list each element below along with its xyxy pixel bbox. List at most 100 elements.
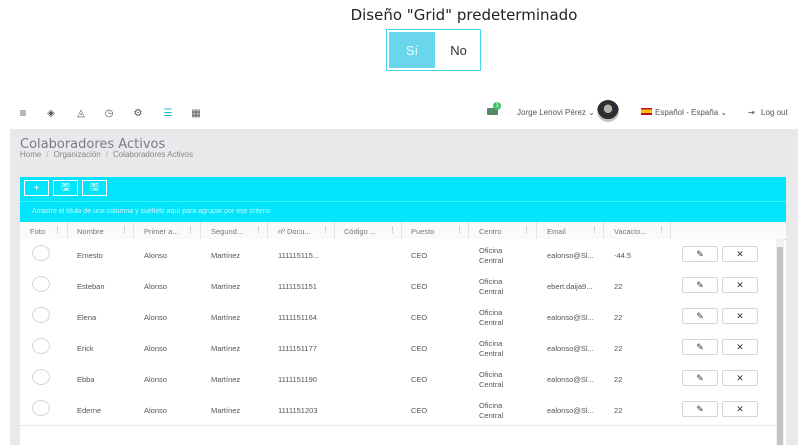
employee-photo	[32, 307, 50, 323]
grid-header: Foto ⋮ Nombre ⋮ Primer a... ⋮ Segund... ⋮ nº…	[20, 222, 786, 240]
table-row[interactable]: Esteban Alonso Martínez 1111151151 CEO O…	[20, 270, 776, 302]
table-row[interactable]: Ernesto Alonso Martínez 111115115... CEO…	[20, 239, 776, 271]
col-menu-icon[interactable]: ⋮	[456, 226, 463, 234]
delete-button[interactable]: ✕	[722, 246, 758, 262]
col-menu-icon[interactable]: ⋮	[54, 226, 61, 234]
grid-icon[interactable]: ▦	[189, 106, 203, 120]
spain-flag-icon	[641, 108, 652, 115]
col-menu-icon[interactable]: ⋮	[523, 226, 530, 234]
user-menu[interactable]: Jorge Lenovi Pérez ⌄	[517, 108, 595, 117]
pencil-icon: ✎	[696, 279, 704, 290]
col-primer-apellido[interactable]: Primer a...	[144, 227, 179, 236]
cell-nombre: Elena	[77, 313, 97, 322]
toggle-no-option[interactable]: No	[437, 30, 480, 70]
logout-icon[interactable]: ⇥	[748, 108, 755, 117]
export-icon[interactable]: 🖫	[82, 180, 107, 196]
cell-puesto: CEO	[411, 313, 428, 322]
list-icon[interactable]: ☰	[161, 106, 175, 120]
table-row[interactable]: Elena Alonso Martínez 1111151164 CEO Ofi…	[20, 301, 776, 333]
top-navbar: ≡ ◈ ◬ ◷ ⚙ ☰ ▦ 1 Jorge Lenovi Pérez ⌄ Esp…	[0, 98, 810, 128]
cell-centro: Oficina Central	[479, 308, 504, 327]
close-icon: ✕	[736, 372, 744, 383]
mail-badge: 1	[493, 102, 501, 110]
menu-icon[interactable]: ≡	[16, 106, 30, 120]
cell-nombre: Ernesto	[77, 251, 103, 260]
group-panel[interactable]: Arrastre el título de una columna y suél…	[20, 201, 786, 222]
cell-vacaciones: 22	[614, 375, 623, 384]
col-menu-icon[interactable]: ⋮	[322, 226, 329, 234]
table-row[interactable]: Ederne Alonso Martínez 1111151203 CEO Of…	[20, 394, 776, 426]
grid-scrollbar-thumb[interactable]	[777, 247, 783, 445]
pencil-icon: ✎	[696, 403, 704, 414]
cell-documento: 1111151164	[278, 313, 317, 322]
table-row[interactable]: Ebba Alonso Martínez 1111151190 CEO Ofic…	[20, 363, 776, 395]
col-segundo-apellido[interactable]: Segund...	[211, 227, 243, 236]
breadcrumb-home[interactable]: Home	[20, 150, 41, 159]
employee-photo	[32, 400, 50, 416]
col-documento[interactable]: nº Docu...	[278, 227, 311, 236]
delete-button[interactable]: ✕	[722, 401, 758, 417]
default-grid-toggle[interactable]: Sí No	[386, 29, 481, 71]
col-menu-icon[interactable]: ⋮	[255, 226, 262, 234]
language-selector[interactable]: Español - España ⌄	[655, 108, 727, 117]
edit-button[interactable]: ✎	[682, 401, 718, 417]
col-menu-icon[interactable]: ⋮	[187, 226, 194, 234]
col-centro[interactable]: Centro	[479, 227, 502, 236]
cell-segundo-apellido: Martínez	[211, 251, 241, 260]
cell-primer-apellido: Alonso	[144, 406, 167, 415]
cell-email: ealonso@Sl...	[547, 313, 594, 322]
cell-vacaciones: 22	[614, 282, 623, 291]
employee-photo	[32, 245, 50, 261]
user-avatar[interactable]	[597, 100, 619, 122]
delete-button[interactable]: ✕	[722, 370, 758, 386]
cell-nombre: Ederne	[77, 406, 102, 415]
col-menu-icon[interactable]: ⋮	[591, 226, 598, 234]
cell-primer-apellido: Alonso	[144, 375, 167, 384]
edit-button[interactable]: ✎	[682, 246, 718, 262]
col-menu-icon[interactable]: ⋮	[658, 226, 665, 234]
cell-puesto: CEO	[411, 282, 428, 291]
eye-icon[interactable]: ◈	[44, 106, 58, 120]
close-icon: ✕	[736, 310, 744, 321]
delete-button[interactable]: ✕	[722, 308, 758, 324]
clock-icon[interactable]: ◷	[102, 106, 116, 120]
cell-vacaciones: -44.5	[614, 251, 632, 260]
cell-segundo-apellido: Martínez	[211, 375, 241, 384]
toggle-yes-option[interactable]: Sí	[389, 32, 435, 68]
delete-button[interactable]: ✕	[722, 277, 758, 293]
add-button[interactable]: +	[24, 180, 49, 196]
cell-email: ealonso@Sl...	[547, 375, 594, 384]
col-vacaciones[interactable]: Vacacio...	[614, 227, 646, 236]
gears-icon[interactable]: ⚙	[131, 106, 145, 120]
cell-vacaciones: 22	[614, 344, 623, 353]
cell-primer-apellido: Alonso	[144, 344, 167, 353]
cell-primer-apellido: Alonso	[144, 251, 167, 260]
col-menu-icon[interactable]: ⋮	[389, 226, 396, 234]
bell-icon[interactable]: ◬	[74, 106, 88, 120]
col-codigo[interactable]: Código ...	[344, 227, 376, 236]
breadcrumb-organizacion[interactable]: Organización	[54, 150, 101, 159]
delete-button[interactable]: ✕	[722, 339, 758, 355]
cell-documento: 1111151203	[278, 406, 318, 415]
close-icon: ✕	[736, 248, 744, 259]
cell-centro: Oficina Central	[479, 277, 504, 296]
pencil-icon: ✎	[696, 372, 704, 383]
col-foto[interactable]: Foto	[30, 227, 45, 236]
breadcrumb-current: Colaboradores Activos	[112, 150, 193, 159]
cell-nombre: Ebba	[77, 375, 95, 384]
edit-button[interactable]: ✎	[682, 277, 718, 293]
col-email[interactable]: Email	[547, 227, 566, 236]
edit-button[interactable]: ✎	[682, 370, 718, 386]
col-menu-icon[interactable]: ⋮	[121, 226, 128, 234]
edit-button[interactable]: ✎	[682, 339, 718, 355]
cell-puesto: CEO	[411, 344, 428, 353]
edit-button[interactable]: ✎	[682, 308, 718, 324]
cell-email: ebert.daija9...	[547, 282, 593, 291]
logout-link[interactable]: Log out	[761, 108, 788, 117]
save-icon[interactable]: 🖫	[53, 180, 78, 196]
col-puesto[interactable]: Puesto	[411, 227, 434, 236]
table-row[interactable]: Erick Alonso Martínez 1111151177 CEO Ofi…	[20, 332, 776, 364]
col-nombre[interactable]: Nombre	[77, 227, 104, 236]
cell-puesto: CEO	[411, 406, 428, 415]
cell-segundo-apellido: Martínez	[211, 406, 241, 415]
